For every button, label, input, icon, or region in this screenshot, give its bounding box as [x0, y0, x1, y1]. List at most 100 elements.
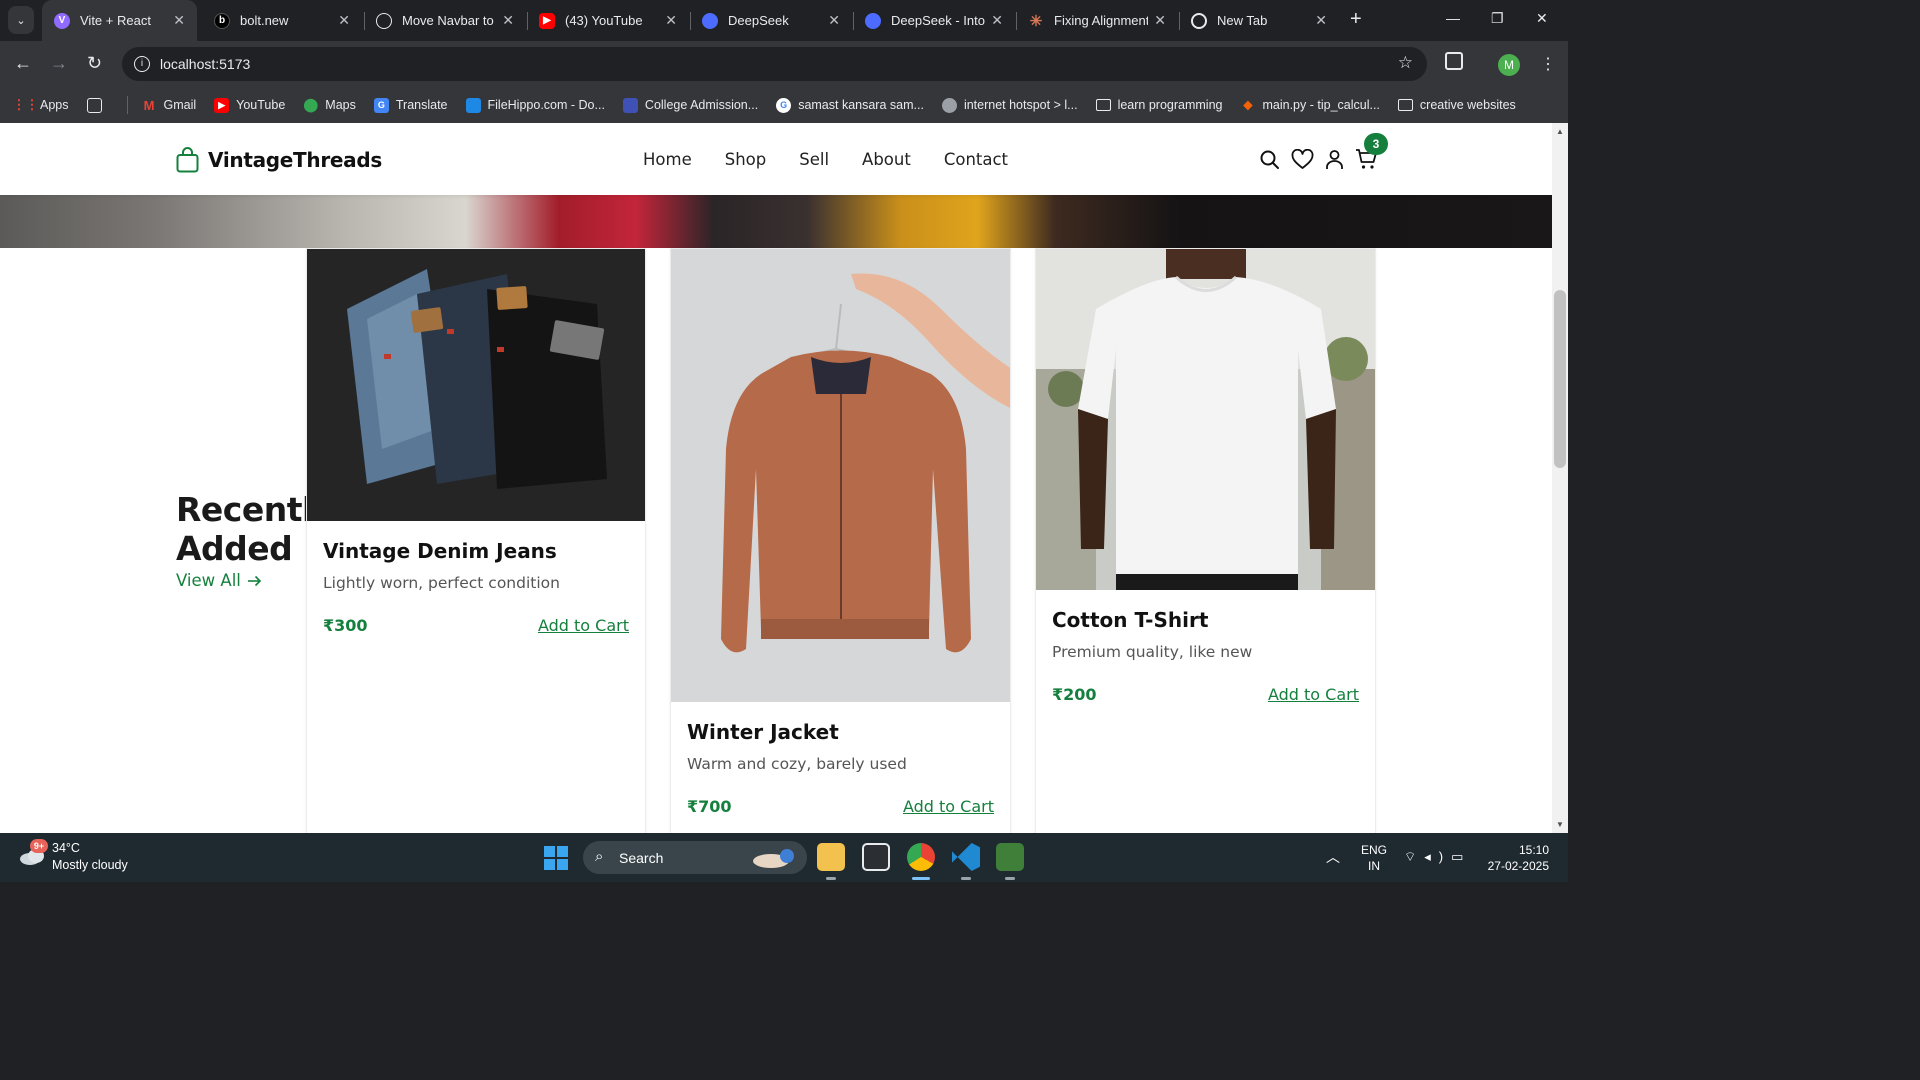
window-close-icon[interactable]: ✕	[1536, 10, 1548, 27]
brand-logo[interactable]: VintageThreads	[176, 147, 382, 173]
browser-toolbar: ← → ↻ i localhost:5173 ☆	[0, 41, 1568, 87]
tab-bolt[interactable]: b bolt.new ✕	[202, 0, 362, 41]
clock-date: 27-02-2025	[1487, 859, 1549, 873]
address-bar[interactable]: i localhost:5173 ☆	[122, 47, 1427, 81]
tab-move-navbar[interactable]: Move Navbar to ✕	[364, 0, 526, 41]
tab-fixing-alignment[interactable]: ✳ Fixing Alignment ✕	[1016, 0, 1178, 41]
search-highlight-icon	[753, 849, 794, 868]
chevron-down-icon: ⌄	[16, 14, 26, 27]
bookmark-youtube[interactable]: ▶ YouTube	[214, 97, 285, 113]
bookmark-label: Gmail	[163, 98, 197, 112]
product-price: ₹200	[1052, 685, 1097, 704]
bookmark-separator	[126, 96, 128, 114]
bookmark-internet-hotspot[interactable]: internet hotspot > l...	[941, 97, 1078, 113]
tab-new-tab[interactable]: New Tab ✕	[1179, 0, 1339, 41]
folder-icon	[1095, 99, 1111, 111]
restore-icon[interactable]: ❐	[1491, 10, 1504, 27]
app-running-indicator	[961, 877, 971, 880]
replit-icon: ⬥	[1243, 97, 1253, 112]
menu-kebab-icon[interactable]: ⋮	[1540, 54, 1556, 74]
bookmark-learn-programming[interactable]: learn programming	[1095, 98, 1222, 112]
bookmark-star-icon[interactable]: ☆	[1398, 53, 1413, 73]
nav-contact[interactable]: Contact	[944, 150, 1008, 169]
bookmark-tab-groups[interactable]	[86, 97, 109, 113]
view-all-link[interactable]: View All	[176, 571, 263, 590]
close-icon[interactable]: ✕	[502, 12, 514, 29]
openai-icon	[376, 12, 392, 29]
scroll-up-icon[interactable]: ▲	[1556, 127, 1564, 136]
profile-avatar[interactable]: M	[1498, 54, 1520, 76]
notepad-app-icon[interactable]	[996, 843, 1024, 871]
windows-taskbar: 9+ 34°C Mostly cloudy ⌕ Search ︿ ENG IN …	[0, 833, 1568, 882]
forward-arrow-icon[interactable]: →	[50, 53, 68, 74]
new-tab-plus-icon[interactable]: +	[1350, 8, 1362, 31]
windows-start-icon[interactable]	[544, 846, 568, 870]
system-clock[interactable]: 15:10 27-02-2025	[1485, 842, 1549, 874]
language-region: IN	[1368, 859, 1380, 873]
close-icon[interactable]: ✕	[1315, 12, 1327, 29]
bookmark-gmail[interactable]: M Gmail	[142, 98, 197, 113]
tab-title: Vite + React	[80, 13, 151, 28]
bookmark-creative-websites[interactable]: creative websites	[1397, 98, 1516, 112]
weather-condition[interactable]: Mostly cloudy	[52, 858, 128, 872]
product-image-tshirt[interactable]	[1036, 249, 1375, 590]
product-image-jacket[interactable]	[671, 249, 1010, 702]
add-to-cart-button[interactable]: Add to Cart	[903, 797, 994, 816]
weather-alert-badge: 9+	[30, 839, 48, 853]
taskbar-search-label: Search	[619, 850, 664, 866]
chrome-icon[interactable]	[907, 843, 935, 871]
nav-shop[interactable]: Shop	[725, 150, 767, 169]
bookmark-filehippo[interactable]: FileHippo.com - Do...	[465, 97, 605, 113]
bookmark-apps[interactable]: ⋮⋮ Apps	[13, 97, 69, 113]
language-indicator[interactable]: ENG IN	[1361, 842, 1387, 874]
vscode-icon[interactable]	[952, 843, 980, 871]
tray-overflow-chevron-icon[interactable]: ︿	[1326, 847, 1340, 867]
taskbar-search[interactable]: ⌕ Search	[583, 841, 807, 874]
tab-deepseek-into[interactable]: DeepSeek - Into ✕	[853, 0, 1015, 41]
page-scrollbar[interactable]: ▲ ▼	[1552, 123, 1568, 833]
extensions-icon[interactable]	[1445, 52, 1463, 70]
tab-search-button[interactable]: ⌄	[8, 6, 34, 34]
scrollbar-thumb[interactable]	[1554, 290, 1566, 468]
nav-sell[interactable]: Sell	[799, 150, 829, 169]
system-tray-icons[interactable]: ⌔◂)▭	[1404, 849, 1471, 865]
close-icon[interactable]: ✕	[665, 12, 677, 29]
close-icon[interactable]: ✕	[828, 12, 840, 29]
back-arrow-icon[interactable]: ←	[14, 53, 32, 74]
reload-icon[interactable]: ↻	[87, 53, 102, 74]
search-icon[interactable]	[1259, 149, 1280, 170]
nav-about[interactable]: About	[862, 150, 911, 169]
tab-vite-react[interactable]: V Vite + React ✕	[42, 0, 197, 41]
scroll-down-icon[interactable]: ▼	[1556, 820, 1564, 829]
product-name: Cotton T-Shirt	[1052, 608, 1209, 632]
site-info-icon[interactable]: i	[134, 56, 150, 72]
bookmark-translate[interactable]: G Translate	[373, 97, 448, 113]
hero-banner-image	[0, 195, 1552, 248]
add-to-cart-button[interactable]: Add to Cart	[538, 616, 629, 635]
bookmark-main-py[interactable]: ⬥ main.py - tip_calcul...	[1240, 97, 1379, 113]
bookmark-college-admission[interactable]: College Admission...	[622, 97, 758, 113]
add-to-cart-button[interactable]: Add to Cart	[1268, 685, 1359, 704]
close-icon[interactable]: ✕	[991, 12, 1003, 29]
tab-deepseek[interactable]: DeepSeek ✕	[690, 0, 852, 41]
close-icon[interactable]: ✕	[173, 12, 185, 29]
microsoft-store-icon[interactable]	[862, 843, 890, 871]
page-viewport: VintageThreads Home Shop Sell About Cont…	[0, 123, 1552, 833]
product-image-jeans[interactable]	[307, 249, 645, 521]
tab-youtube[interactable]: ▶ (43) YouTube ✕	[527, 0, 689, 41]
user-icon[interactable]	[1325, 149, 1344, 170]
address-url: localhost:5173	[160, 56, 251, 72]
minimize-icon[interactable]: —	[1446, 10, 1460, 26]
close-icon[interactable]: ✕	[338, 12, 350, 29]
bookmark-samast-kansara[interactable]: G samast kansara sam...	[776, 97, 924, 113]
nav-home[interactable]: Home	[643, 150, 692, 169]
product-price: ₹300	[323, 616, 368, 635]
tab-title: Fixing Alignment	[1054, 13, 1149, 28]
close-icon[interactable]: ✕	[1154, 12, 1166, 29]
file-explorer-icon[interactable]	[817, 843, 845, 871]
weather-temperature[interactable]: 34°C	[52, 841, 80, 855]
heart-icon[interactable]	[1291, 148, 1314, 170]
app-running-indicator	[826, 877, 836, 880]
bookmark-maps[interactable]: ⬤ Maps	[303, 97, 356, 113]
filehippo-icon	[465, 97, 481, 113]
